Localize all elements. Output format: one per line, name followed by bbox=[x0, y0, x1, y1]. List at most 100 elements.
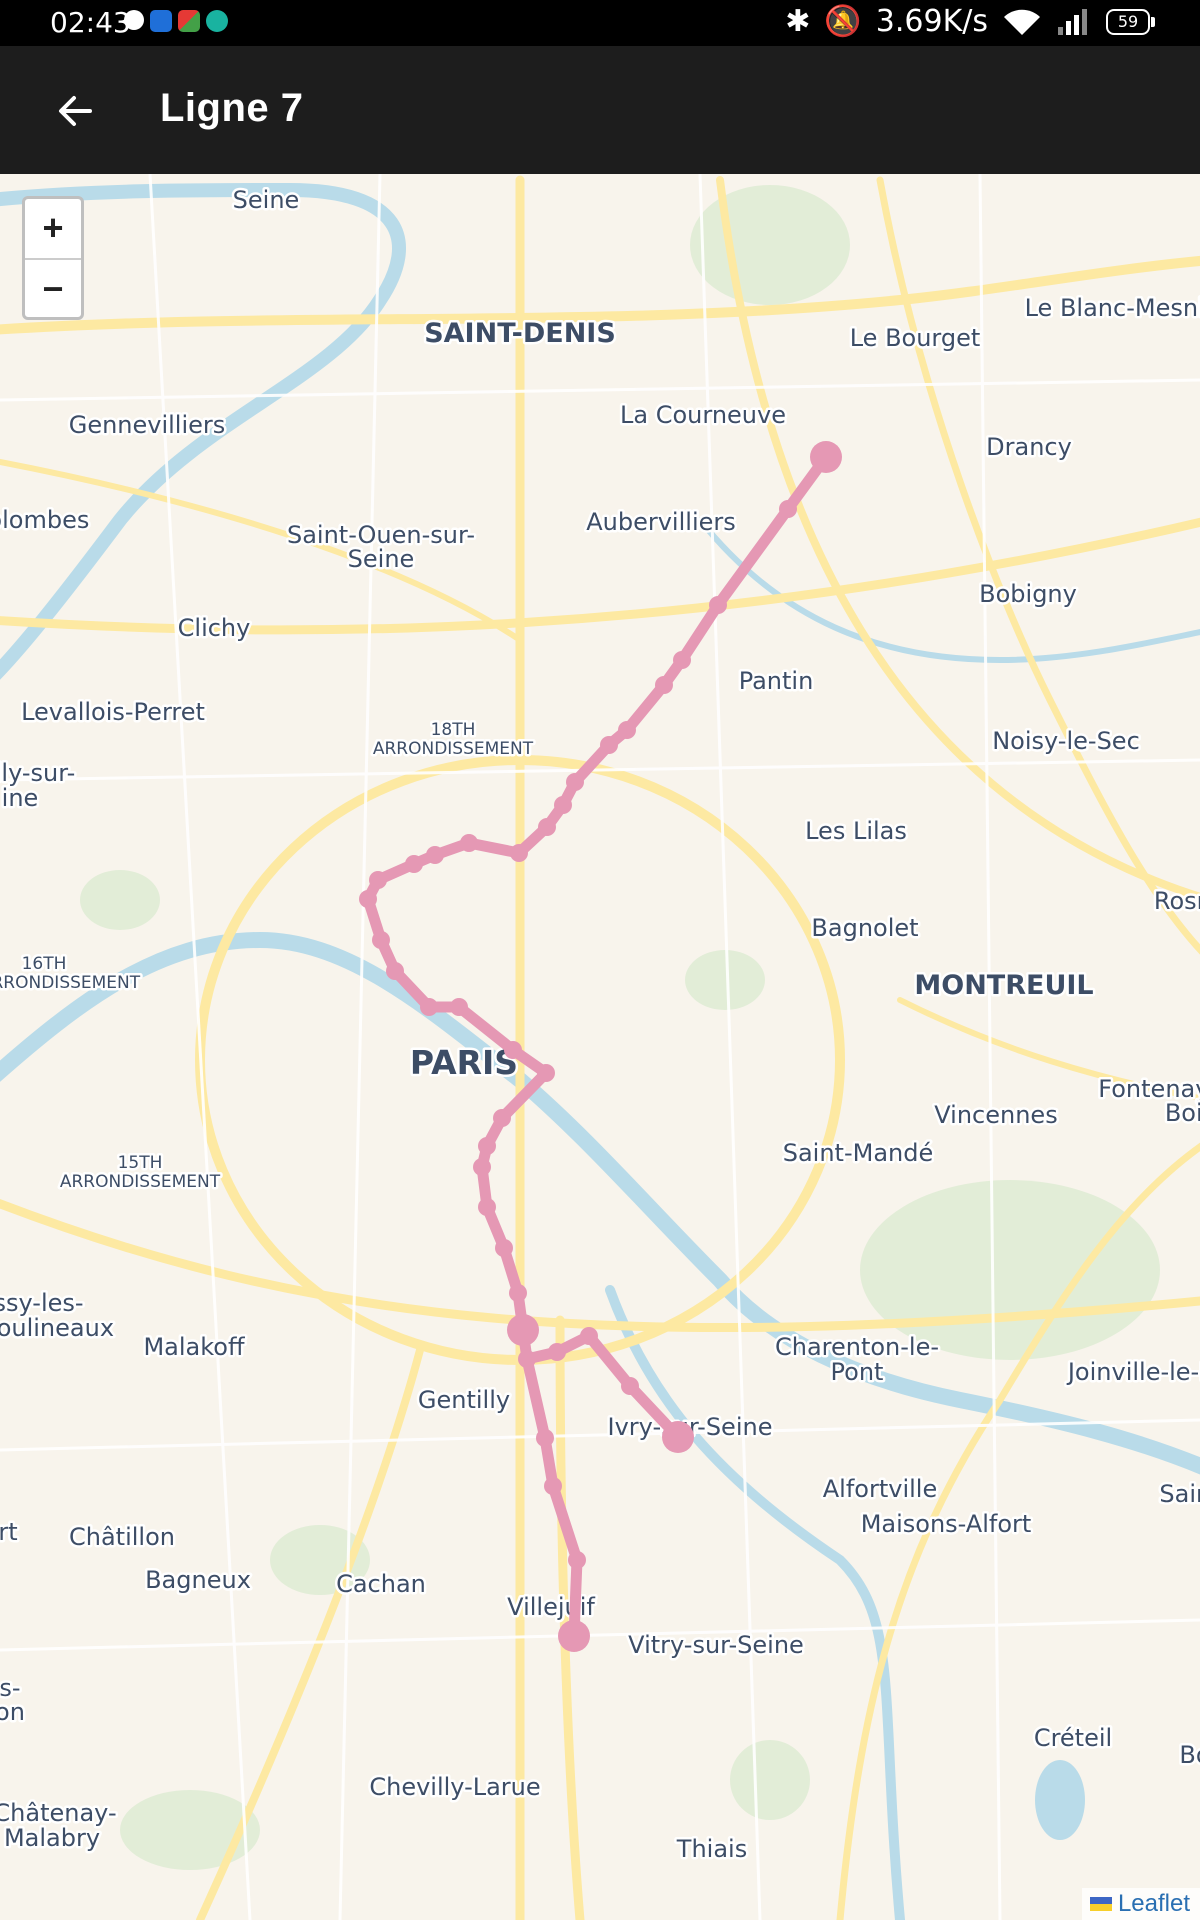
place-label: Pont bbox=[831, 1358, 884, 1386]
place-label: MONTREUIL bbox=[914, 970, 1093, 1001]
station[interactable] bbox=[510, 844, 528, 862]
puzzle-icon bbox=[178, 10, 200, 32]
map-overlay: Seine SAINT-DENIS Le Bourget Le Blanc-Mesni… bbox=[0, 184, 1200, 1866]
station[interactable] bbox=[372, 931, 390, 949]
station[interactable] bbox=[493, 1109, 511, 1127]
station[interactable] bbox=[544, 1477, 562, 1495]
place-label: SAINT-DENIS bbox=[424, 318, 616, 349]
place-label: lly-sur- bbox=[0, 759, 75, 787]
place-label: Issy-les- bbox=[0, 1289, 84, 1317]
app-icon-teal bbox=[206, 10, 228, 32]
leaflet-link[interactable]: Leaflet bbox=[1118, 1890, 1190, 1918]
station[interactable] bbox=[709, 596, 727, 614]
place-label: Charenton-le- bbox=[775, 1333, 939, 1361]
station[interactable] bbox=[655, 676, 673, 694]
place-label: PARIS bbox=[410, 1043, 518, 1082]
status-time: 02:43 bbox=[50, 6, 131, 39]
station[interactable] bbox=[600, 736, 618, 754]
place-label: Saint-Mandé bbox=[783, 1139, 934, 1167]
station[interactable] bbox=[537, 1064, 555, 1082]
station-terminus-ivry[interactable] bbox=[662, 1421, 694, 1453]
place-label: Créteil bbox=[1034, 1724, 1112, 1752]
place-label: Bagneux bbox=[145, 1566, 251, 1594]
station[interactable] bbox=[420, 998, 438, 1016]
station[interactable] bbox=[369, 871, 387, 889]
station-terminus-north[interactable] bbox=[810, 441, 842, 473]
place-label: ARRONDISSEMENT bbox=[60, 1172, 221, 1192]
place-label: Châtillon bbox=[69, 1523, 175, 1551]
place-label: Vincennes bbox=[934, 1101, 1057, 1129]
station[interactable] bbox=[566, 773, 584, 791]
station[interactable] bbox=[405, 855, 423, 873]
app-bar: Ligne 7 bbox=[0, 46, 1200, 174]
place-label: Les Lilas bbox=[805, 817, 907, 845]
place-label: Aubervilliers bbox=[586, 508, 736, 536]
place-label: Malabry bbox=[4, 1824, 100, 1852]
ukraine-flag-icon bbox=[1089, 1897, 1112, 1911]
place-label: Noisy-le-Sec bbox=[992, 727, 1140, 755]
map-view[interactable]: Seine SAINT-DENIS Le Bourget Le Blanc-Mesni… bbox=[0, 174, 1200, 1920]
place-label: Vitry-sur-Seine bbox=[628, 1631, 804, 1659]
network-speed: 3.69K/s bbox=[875, 4, 988, 39]
page-title: Ligne 7 bbox=[160, 86, 304, 130]
station[interactable] bbox=[473, 1158, 491, 1176]
place-label: Moulineaux bbox=[0, 1314, 114, 1342]
station[interactable] bbox=[536, 1429, 554, 1447]
station[interactable] bbox=[509, 1284, 527, 1302]
place-label: La Courneuve bbox=[620, 401, 786, 429]
station[interactable] bbox=[548, 1343, 566, 1361]
place-label: Drancy bbox=[986, 433, 1072, 461]
station[interactable] bbox=[568, 1551, 586, 1569]
zoom-out-button[interactable]: − bbox=[25, 260, 81, 319]
place-label: Le Blanc-Mesnil bbox=[1025, 294, 1200, 322]
place-label: Maisons-Alfort bbox=[861, 1510, 1032, 1538]
station[interactable] bbox=[386, 962, 404, 980]
place-label: Le Bourget bbox=[850, 324, 981, 352]
signal-icon bbox=[1058, 8, 1087, 35]
station[interactable] bbox=[518, 1350, 536, 1368]
place-label: Levallois-Perret bbox=[21, 698, 205, 726]
place-label: 15TH bbox=[118, 1153, 163, 1173]
station[interactable] bbox=[478, 1137, 496, 1155]
station[interactable] bbox=[450, 998, 468, 1016]
place-label: Gentilly bbox=[418, 1386, 510, 1414]
place-label: ARRONDISSEMENT bbox=[0, 973, 141, 993]
station[interactable] bbox=[426, 846, 444, 864]
place-label: Pantin bbox=[739, 667, 814, 695]
place-label: on bbox=[0, 1698, 25, 1726]
battery-icon: 59 bbox=[1106, 8, 1155, 35]
station[interactable] bbox=[478, 1198, 496, 1216]
station[interactable] bbox=[673, 651, 691, 669]
map-attribution[interactable]: Leaflet bbox=[1081, 1888, 1200, 1920]
place-label: Joinville-le-Pont bbox=[1066, 1358, 1200, 1386]
station[interactable] bbox=[359, 890, 377, 908]
station-junction[interactable] bbox=[507, 1314, 539, 1346]
station[interactable] bbox=[779, 500, 797, 518]
station[interactable] bbox=[538, 818, 556, 836]
place-label: Rosny bbox=[1154, 887, 1200, 915]
status-right: ✱ 🔕 3.69K/s 59 bbox=[785, 4, 1155, 39]
station[interactable] bbox=[495, 1239, 513, 1257]
place-label: Saint bbox=[1159, 1480, 1200, 1508]
place-label: Seine bbox=[348, 545, 415, 573]
place-label: 16TH bbox=[22, 954, 67, 974]
status-bar: 02:43 ✱ 🔕 3.69K/s 59 bbox=[0, 0, 1200, 46]
station[interactable] bbox=[621, 1377, 639, 1395]
station[interactable] bbox=[504, 1041, 522, 1059]
place-label: Villejuif bbox=[507, 1593, 595, 1621]
station[interactable] bbox=[618, 721, 636, 739]
notification-icons bbox=[124, 10, 228, 32]
station-terminus-villejuif[interactable] bbox=[558, 1620, 590, 1652]
zoom-in-button[interactable]: + bbox=[25, 199, 81, 260]
place-label: rt bbox=[0, 1518, 18, 1546]
place-label: Gennevilliers bbox=[69, 411, 226, 439]
station[interactable] bbox=[554, 796, 572, 814]
station[interactable] bbox=[460, 834, 478, 852]
arrow-left-icon[interactable] bbox=[50, 86, 100, 136]
place-label: Thiais bbox=[676, 1835, 747, 1863]
app-icon-blue bbox=[150, 10, 172, 32]
place-label: Seine bbox=[233, 186, 300, 214]
station[interactable] bbox=[580, 1327, 598, 1345]
place-label: Chevilly-Larue bbox=[369, 1773, 540, 1801]
place-label: Châtenay- bbox=[0, 1799, 117, 1827]
